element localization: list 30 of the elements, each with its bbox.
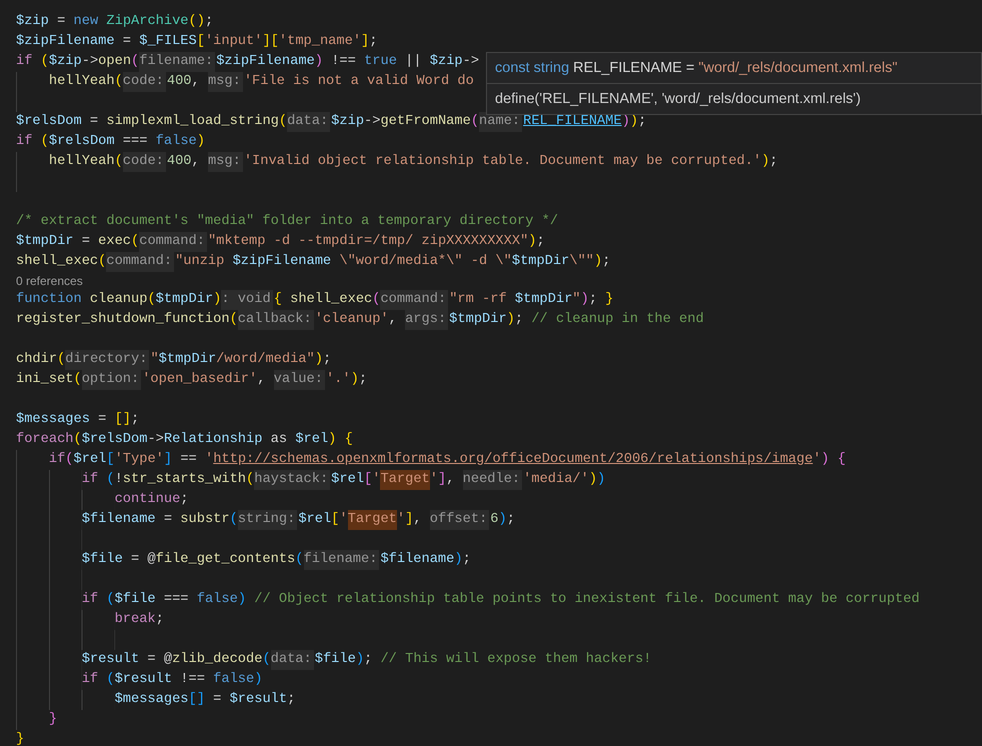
code-line: $filename = substr(string: $rel['Target'], offset: 6); [16,510,515,530]
constant-definition: define('REL_FILENAME', 'word/_rels/document.xml.rels') [495,91,861,107]
code-line: if ($zip->open(filename: $zipFilename) !== true || $zip-> [16,52,480,72]
constant-signature: const string REL_FILENAME = "word/_rels/document.xml.rels" [495,60,898,76]
code-line: function cleanup($tmpDir): void { shell_exec(command: "rm -rf $tmpDir"); } [16,290,614,310]
code-line: $messages[] = $result; [114,691,296,709]
code-line: if ($result !== false) [80,671,262,689]
code-line: $zipFilename = $_FILES['input']['tmp_name']; [16,33,378,51]
code-line: $file = @file_get_contents(filename: $filename); [16,550,471,570]
code-line: continue; [114,491,188,509]
code-line: break; [114,611,164,629]
code-line: hellYeah(code: 400, msg: 'Invalid object relationship table. Document may be corrupted.'); [16,152,778,172]
code-line: } [16,731,24,746]
code-line: foreach($relsDom->Relationship as $rel) { [16,431,353,449]
code-line: $zip = new ZipArchive(); [16,13,214,31]
code-line: $messages = []; [16,411,140,429]
code-line: $result = @zlib_decode(data: $file); // This will expose them hackers! [16,650,652,670]
code-line: if ($relsDom === false) [16,133,205,151]
code-line: if ($file === false) // Object relationship table points to inexistent file. Document may be corrupted [80,591,920,609]
code-line: chdir(directory: "$tmpDir/word/media"); [16,350,332,370]
code-line: /* extract document's "media" folder into a temporary directory */ [16,213,558,231]
code-line: register_shutdown_function(callback: 'cleanup', args: $tmpDir); // cleanup in the end [16,310,704,330]
code-line: $tmpDir = exec(command: "mktemp -d --tmpdir=/tmp/ zipXXXXXXXXX"); [16,232,545,252]
references-count[interactable]: 0 references [16,274,83,288]
code-line: if($rel['Type'] == 'http://schemas.openxmlformats.org/officeDocument/2006/relationships/image') { [48,451,846,469]
code-line: hellYeah(code: 400, msg: 'File is not a valid Word do [16,72,474,92]
code-line: shell_exec(command: "unzip $zipFilename \"word/media*\" -d \"$tmpDir\""); [16,252,610,272]
code-line: ini_set(option: 'open_basedir', value: '.'); [16,370,368,390]
code-line: } [48,711,58,729]
code-line: if (!str_starts_with(haystack: $rel['Target'], needle: 'media/')) [16,470,606,490]
